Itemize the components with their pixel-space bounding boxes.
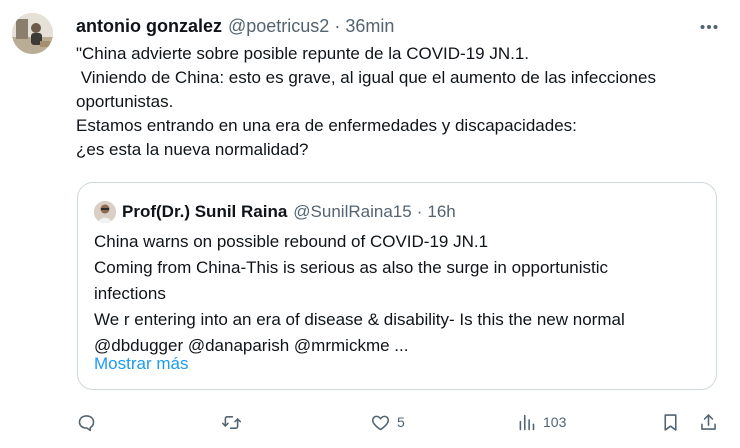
share-button[interactable] [698, 408, 719, 436]
show-more-link[interactable]: Mostrar más [94, 354, 188, 374]
views-icon [519, 414, 535, 430]
quoted-tweet-timestamp: 16h [427, 202, 456, 221]
separator-dot: · [416, 202, 423, 221]
quoted-tweet-card[interactable]: Prof(Dr.) Sunil Raina @SunilRaina15 · 16… [77, 182, 717, 390]
heart-icon [371, 415, 390, 430]
quoted-text-line: China warns on possible rebound of COVID… [94, 232, 489, 251]
quoted-tweet-header: Prof(Dr.) Sunil Raina @SunilRaina15 · 16… [94, 199, 456, 225]
quoted-text-line: Coming from China-This is serious as als… [94, 258, 609, 277]
share-icon [701, 413, 716, 430]
separator-dot: · [334, 15, 341, 36]
views-button[interactable]: 103 [516, 408, 566, 436]
tweet-timestamp[interactable]: 36min [345, 16, 394, 37]
tweet-text-line: Viniendo de China: esto es grave, al igu… [76, 68, 656, 87]
quoted-text-line: infections [94, 284, 166, 303]
tweet-text: "China advierte sobre posible repunte de… [76, 42, 726, 162]
author-handle[interactable]: @poetricus2 [228, 16, 329, 37]
tweet-text-line: "China advierte sobre posible repunte de… [76, 44, 529, 63]
author-name[interactable]: antonio gonzalez [76, 16, 222, 37]
tweet-action-bar: 5 103 [76, 408, 726, 436]
quoted-author-name: Prof(Dr.) Sunil Raina [122, 202, 288, 221]
bookmark-icon [664, 413, 677, 431]
quoted-tweet-text: China warns on possible rebound of COVID… [94, 229, 704, 359]
more-options-button[interactable] [696, 14, 722, 40]
tweet-text-line: Estamos entrando en una era de enfermeda… [76, 116, 577, 135]
quoted-text-line: We r entering into an era of disease & d… [94, 310, 625, 329]
reply-icon [78, 414, 95, 431]
like-count: 5 [397, 414, 405, 430]
views-count: 103 [543, 414, 567, 430]
quoted-author-avatar [94, 201, 116, 223]
like-button[interactable]: 5 [370, 408, 405, 436]
tweet-text-line: ¿es esta la nueva normalidad? [76, 140, 309, 159]
tweet-header: antonio gonzalez @poetricus2 · 36min [76, 13, 394, 39]
quoted-author-handle: @SunilRaina15 [293, 202, 412, 221]
retweet-icon [221, 415, 242, 429]
bookmark-button[interactable] [660, 408, 681, 436]
retweet-button[interactable] [221, 408, 248, 436]
reply-button[interactable] [76, 408, 103, 436]
author-avatar[interactable] [12, 13, 53, 54]
tweet-text-line: oportunistas. [76, 92, 174, 111]
more-horizontal-icon [700, 25, 718, 29]
